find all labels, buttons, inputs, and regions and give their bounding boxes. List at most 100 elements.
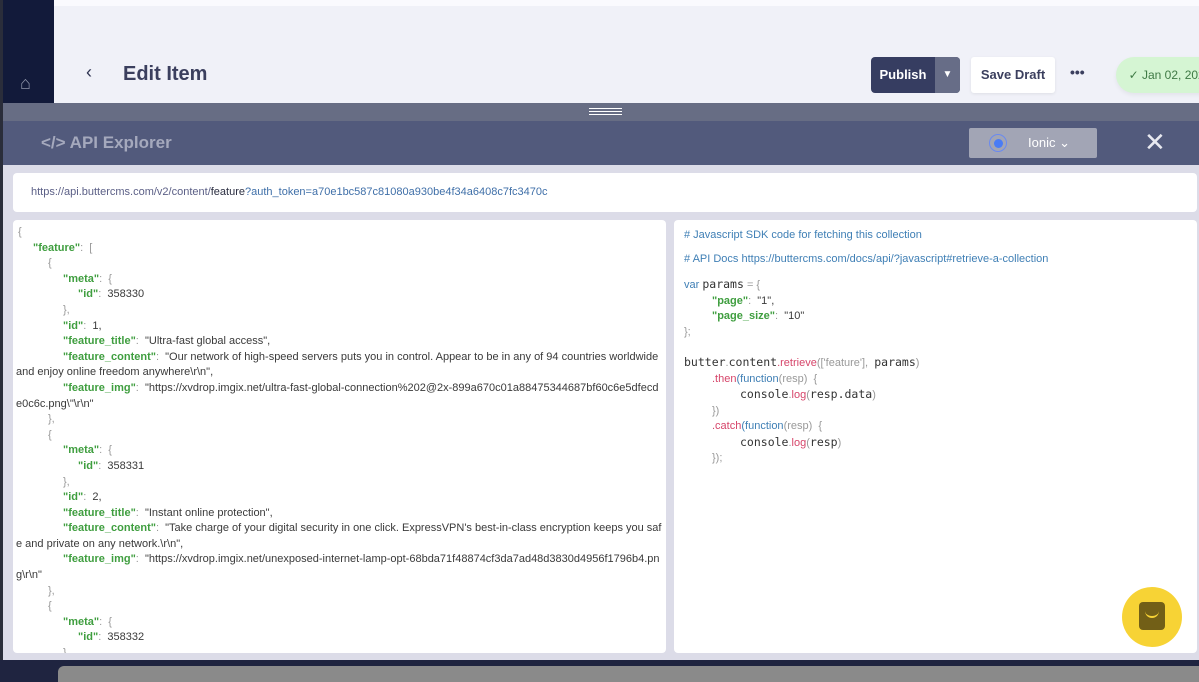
json-line: { [16,599,662,615]
code-line: "page": "1", [684,294,1187,310]
json-line: { [16,225,662,241]
code-line: console.log(resp.data) [684,387,1187,404]
close-icon[interactable]: ✕ [1144,127,1166,157]
json-key: "feature_img" [63,553,136,566]
code-token: "1", [757,294,775,307]
publish-button[interactable]: Publish [871,57,935,93]
code-token: resp.data [809,387,873,401]
json-punct: }, [63,475,70,488]
code-token: (function [736,372,779,385]
json-line: "id": 1, [16,319,662,335]
json-value: 2, [86,491,102,504]
code-token: resp [809,434,838,449]
json-line: "feature_title": "Instant online protect… [16,506,662,522]
json-line: "feature_img": "https://xvdrop.imgix.net… [16,552,662,583]
code-token: console [740,434,789,449]
code-line: # Javascript SDK code for fetching this … [684,228,1187,244]
top-bar: ‹ Edit Item Publish ▼ Save Draft ••• ✓ J… [54,0,1199,103]
json-line: }, [16,412,662,428]
json-punct: }, [63,303,70,316]
json-key: "feature_img" [63,381,136,394]
json-value: 358331 [101,459,145,472]
code-token: # API Docs https://buttercms.com/docs/ap… [684,252,1049,265]
chat-launcher-button[interactable] [1122,587,1182,647]
code-token: console [740,387,789,401]
json-value: 358330 [101,288,145,301]
json-key: "feature_content" [63,350,156,363]
json-key: "meta" [63,272,100,285]
chat-smile-icon [1139,602,1165,630]
json-line: "feature_content": "Our network of high-… [16,350,662,381]
grip-icon[interactable] [589,108,622,115]
code-line: }; [684,325,1187,341]
code-line: }) [684,404,1187,420]
resize-handle[interactable] [0,103,1199,121]
json-value: 1, [86,319,102,332]
json-line: "meta": { [16,272,662,288]
more-options-icon[interactable]: ••• [1070,64,1085,80]
json-key: "feature_title" [63,335,136,348]
json-line: { [16,256,662,272]
json-punct: : { [99,272,112,285]
background-window [58,666,1199,682]
code-token: params [874,355,916,369]
chevron-down-icon: ⌄ [1059,135,1070,150]
json-line: "id": 358331 [16,459,662,475]
json-line: "id": 2, [16,490,662,506]
code-token: .then [712,372,737,385]
back-chevron-icon[interactable]: ‹ [86,62,92,83]
home-icon[interactable]: ⌂ [20,74,40,92]
code-line: "page_size": "10" [684,309,1187,325]
code-token: : [748,294,758,307]
code-line: console.log(resp) [684,435,1187,452]
code-token: ) [915,357,920,369]
save-draft-button[interactable]: Save Draft [971,57,1055,93]
status-date-badge: ✓ Jan 02, 2023 [1116,57,1199,93]
api-explorer-body: https://api.buttercms.com/v2/content/fea… [0,165,1199,660]
code-line: # API Docs https://buttercms.com/docs/ap… [684,252,1187,268]
json-line: }, [16,584,662,600]
json-key: "id" [63,491,84,504]
json-punct: } [63,647,67,653]
json-key: "id" [78,631,99,644]
api-url[interactable]: https://api.buttercms.com/v2/content/fea… [13,173,1197,212]
ionic-logo-icon [989,134,1007,152]
code-token: butter [684,355,726,369]
json-punct: { [48,257,52,270]
json-punct: { [48,600,52,613]
code-token: = { [743,279,761,291]
json-response-panel[interactable]: {"feature": [{"meta": {"id": 358330}, "id… [13,220,666,653]
json-punct: : { [99,444,112,457]
url-query: ?auth_token=a70e1bc587c81080a930be4f34a6… [245,186,548,198]
code-token: .retrieve [777,357,817,369]
json-line: }, [16,475,662,491]
code-line: butter.content.retrieve(['feature'], par… [684,355,1187,372]
url-base: https://api.buttercms.com/v2/content/ [31,186,211,198]
json-key: "id" [78,459,99,472]
code-line: .then(function(resp) { [684,372,1187,388]
code-token: }; [684,325,691,338]
json-punct: }, [48,584,55,597]
json-key: "meta" [63,615,100,628]
code-token: ) [872,389,876,401]
code-token: params [702,277,744,291]
api-explorer-title: </> API Explorer [41,133,172,152]
sdk-code-panel[interactable]: # Javascript SDK code for fetching this … [674,220,1197,653]
json-line: "meta": { [16,615,662,631]
caret-down-icon[interactable]: ▼ [935,57,960,93]
sidebar: ⌂ [0,0,54,103]
json-key: "id" [63,319,84,332]
json-key: "id" [78,288,99,301]
code-token: (function [741,420,784,432]
publish-button-group[interactable]: Publish ▼ [871,57,960,93]
code-token: (resp) { [783,420,823,432]
code-token: log [791,436,807,449]
json-punct: { [48,428,52,441]
page-title: Edit Item [123,63,208,85]
framework-select[interactable]: Ionic ⌄ [969,128,1097,158]
url-resource: feature [210,186,245,198]
json-line: { [16,428,662,444]
json-line: }, [16,303,662,319]
json-line: "id": 358330 [16,287,662,303]
json-value: "Instant online protection", [138,506,273,519]
